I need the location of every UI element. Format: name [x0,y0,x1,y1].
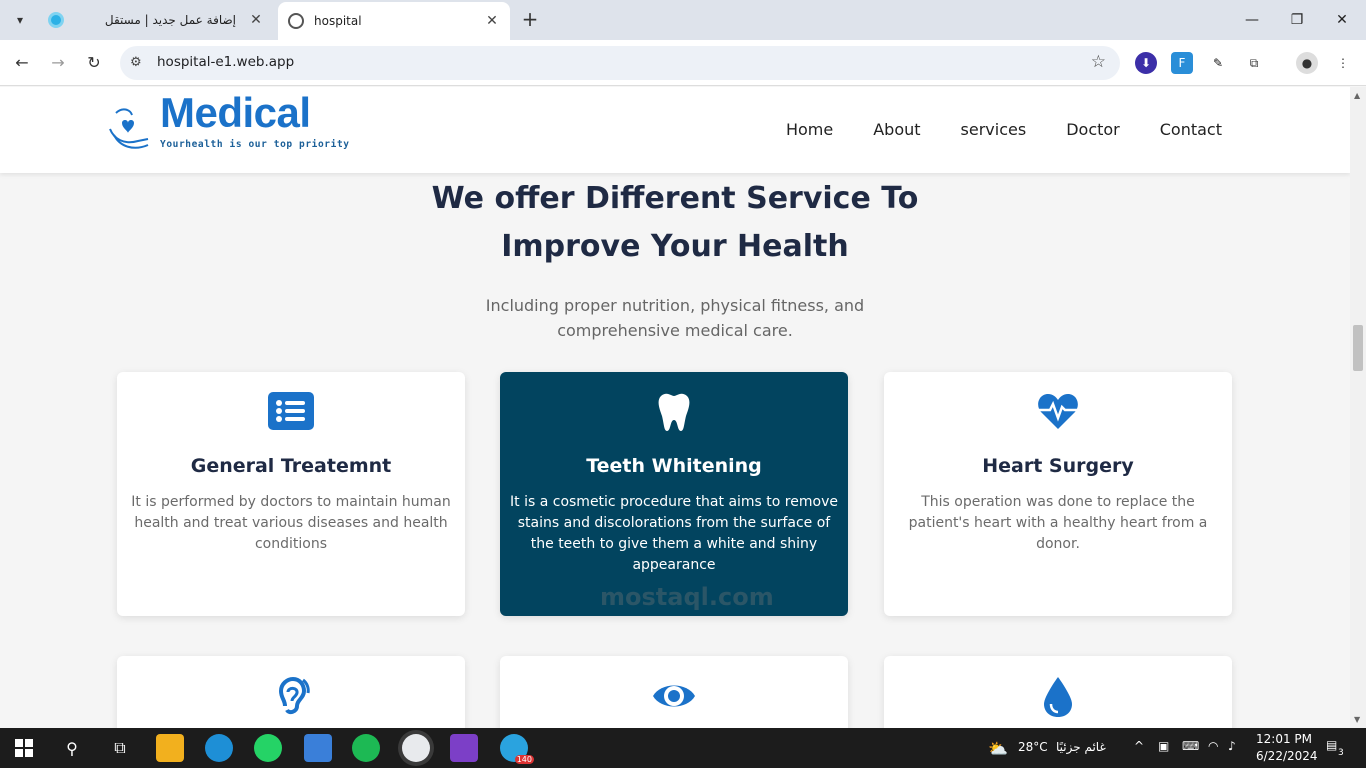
logo-hands-heart-icon [109,108,149,149]
tab-search-dropdown-icon[interactable]: ▾ [8,8,32,32]
close-tab-icon[interactable]: ✕ [248,12,264,28]
service-card-teeth[interactable]: Teeth Whitening It is a cosmetic procedu… [500,372,848,616]
minimize-icon[interactable]: — [1240,8,1264,32]
wifi-icon[interactable]: ◠ [1208,739,1218,753]
language-icon[interactable]: ⌨ [1182,739,1199,753]
list-icon [117,392,465,432]
tab-mostaql[interactable]: إضافة عمل جديد | مستقل ✕ [38,4,274,36]
meet-icon[interactable]: ▣ [1158,739,1169,753]
service-title: Heart Surgery [982,455,1134,477]
tooth-icon [500,392,848,432]
globe-icon [288,13,304,29]
service-card-ear[interactable] [117,656,465,728]
logo-tagline: Yourhealth is our top priority [160,139,350,150]
eye-icon [500,676,848,716]
spotify-icon[interactable] [352,734,380,762]
reload-icon[interactable]: ↻ [82,51,106,75]
weather-description[interactable]: غائم جزئيًا [1056,740,1106,754]
service-description: This operation was done to replace the p… [908,494,1208,552]
close-window-icon[interactable]: ✕ [1330,8,1354,32]
tab-title: hospital [314,14,362,28]
web-page: Medical Yourhealth is our top priority H… [0,87,1350,728]
browser-toolbar: ← → ↻ ⚙ hospital-e1.web.app ☆ ⬇ F ✎ ⧉ ● … [0,40,1366,86]
nav-doctor[interactable]: Doctor [1066,120,1120,139]
scroll-thumb[interactable] [1353,325,1363,371]
logo-name[interactable]: Medical [160,89,311,137]
weather-icon[interactable]: ⛅ [984,734,1012,762]
nav-home[interactable]: Home [786,120,833,139]
scroll-up-arrow-icon[interactable]: ▲ [1354,91,1360,100]
store-icon[interactable] [304,734,332,762]
scroll-down-arrow-icon[interactable]: ▼ [1354,715,1360,724]
nav-about[interactable]: About [873,120,920,139]
site-header: Medical Yourhealth is our top priority H… [0,87,1350,173]
mostaql-watermark: mostaql.com [600,583,774,611]
telegram-badge: 140 [514,755,534,764]
whatsapp-icon[interactable] [254,734,282,762]
service-card-eye[interactable] [500,656,848,728]
service-card-drop[interactable] [884,656,1232,728]
windows-taskbar: ⚲ ⧉ 140 ⛅ 28°C غائم جزئيًا ^ ▣ ⌨ ◠ ♪ 12:… [0,728,1366,768]
service-title: General Treatemnt [190,455,392,477]
new-tab-button[interactable]: + [518,8,542,32]
volume-icon[interactable]: ♪ [1228,739,1236,753]
clock-date[interactable]: 6/22/2024 [1256,749,1318,763]
section-heading: We offer Different Service To Improve Yo… [0,175,1350,271]
subheading-line-2: comprehensive medical care. [557,321,793,340]
file-explorer-icon[interactable] [156,734,184,762]
mostaql-favicon-icon [48,12,64,28]
heading-line-1: We offer Different Service To [431,181,919,216]
back-arrow-icon[interactable]: ← [10,51,34,75]
forward-arrow-icon[interactable]: → [46,51,70,75]
profile-avatar[interactable]: ● [1296,52,1318,74]
main-nav: Home About services Doctor Contact [786,120,1222,139]
windows-start-icon[interactable] [10,734,38,762]
browser-tabbar: ▾ إضافة عمل جديد | مستقل ✕ hospital ✕ + … [0,0,1366,40]
drop-icon [884,676,1232,717]
edge-icon[interactable] [205,734,233,762]
tray-chevron-icon[interactable]: ^ [1134,739,1144,753]
heartbeat-icon [884,392,1232,432]
menu-dots-icon[interactable]: ⋮ [1332,52,1354,74]
telegram-icon[interactable]: 140 [500,734,534,764]
tab-title: إضافة عمل جديد | مستقل [104,13,236,27]
address-bar[interactable]: ⚙ hospital-e1.web.app ☆ [120,46,1120,80]
service-description: It is performed by doctors to maintain h… [131,494,451,552]
page-scrollbar[interactable]: ▲ ▼ [1350,87,1366,728]
site-settings-icon[interactable]: ⚙ [130,55,142,70]
extensions-puzzle-icon[interactable]: ⧉ [1243,52,1265,74]
service-title: Teeth Whitening [586,455,762,477]
url-text[interactable]: hospital-e1.web.app [157,54,294,70]
restore-icon[interactable]: ❐ [1285,8,1309,32]
search-icon[interactable]: ⚲ [58,734,86,762]
nav-contact[interactable]: Contact [1160,120,1222,139]
eyedropper-icon[interactable]: ✎ [1207,52,1229,74]
service-description: It is a cosmetic procedure that aims to … [510,494,838,573]
task-view-icon[interactable]: ⧉ [106,734,134,762]
heading-line-2: Improve Your Health [501,229,849,264]
ear-icon [117,676,465,716]
nav-services[interactable]: services [961,120,1027,139]
clock-time[interactable]: 12:01 PM [1256,732,1312,746]
bookmark-star-icon[interactable]: ☆ [1091,52,1106,72]
service-card-heart[interactable]: Heart Surgery This operation was done to… [884,372,1232,616]
service-card-general[interactable]: General Treatemnt It is performed by doc… [117,372,465,616]
extension-fi-icon[interactable]: F [1171,52,1193,74]
section-subheading: Including proper nutrition, physical fit… [0,293,1350,343]
notifications-icon[interactable]: ▤ [1326,738,1337,752]
download-extension-icon[interactable]: ⬇ [1135,52,1157,74]
visual-studio-icon[interactable] [450,734,478,762]
close-tab-icon[interactable]: ✕ [484,13,500,29]
tab-hospital[interactable]: hospital ✕ [278,2,510,40]
subheading-line-1: Including proper nutrition, physical fit… [485,296,865,315]
weather-temp[interactable]: 28°C [1018,740,1048,754]
notifications-count: 3 [1338,748,1344,758]
chrome-icon[interactable] [402,734,430,762]
